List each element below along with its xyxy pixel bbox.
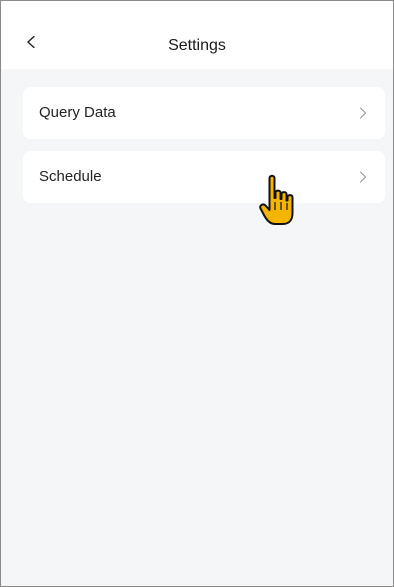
menu-item-label: Query Data [39,104,116,121]
top-navigation-bar: Settings [1,1,393,69]
menu-item-query-data[interactable]: Query Data [23,87,385,139]
page-title: Settings [168,37,226,54]
menu-item-label: Schedule [39,168,102,185]
menu-item-schedule[interactable]: Schedule [23,151,385,203]
chevron-right-icon [359,107,367,119]
settings-screen: Settings Query Data Schedule [0,0,394,587]
chevron-right-icon [359,171,367,183]
